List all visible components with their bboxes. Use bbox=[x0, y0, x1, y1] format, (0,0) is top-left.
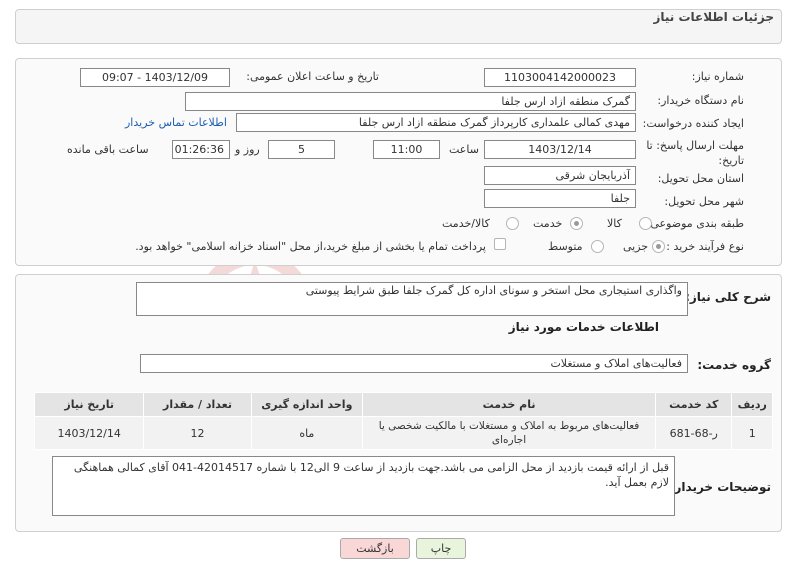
general-desc-field: واگذاری استیجاری محل استخر و سونای اداره… bbox=[136, 282, 688, 316]
category-radio-service[interactable] bbox=[570, 217, 583, 230]
buyer-contact-link[interactable]: اطلاعات تماس خریدار bbox=[125, 116, 227, 129]
cell-need-date: 1403/12/14 bbox=[33, 416, 145, 450]
buyer-notes-label: توضیحات خریدار: bbox=[669, 480, 771, 494]
col-unit: واحد اندازه گیری bbox=[250, 392, 364, 417]
deadline-time-label: ساعت bbox=[449, 143, 479, 156]
page-title: جزئیات اطلاعات نیاز bbox=[653, 10, 774, 24]
buyer-notes-field: قبل از ارائه قیمت بازدید از محل الزامی م… bbox=[52, 456, 675, 516]
remaining-time-field: 01:26:36 bbox=[172, 140, 230, 159]
category-option-service: خدمت bbox=[533, 217, 563, 230]
cell-service-name: فعالیت‌های مربوط به املاک و مستغلات با م… bbox=[362, 416, 657, 450]
services-table: ردیف کد خدمت نام خدمت واحد اندازه گیری ت… bbox=[33, 392, 773, 450]
treasury-docs-checkbox[interactable] bbox=[494, 238, 506, 250]
cell-unit: ماه bbox=[250, 416, 364, 450]
category-radio-goods-service[interactable] bbox=[506, 217, 519, 230]
province-field: آذربایجان شرقی bbox=[484, 166, 636, 185]
col-service-code: کد خدمت bbox=[655, 392, 733, 417]
deadline-time-field: 11:00 bbox=[373, 140, 440, 159]
buyer-org-field: گمرک منطقه ازاد ارس جلفا bbox=[185, 92, 636, 111]
back-button[interactable]: بازگشت bbox=[340, 538, 410, 559]
service-group-field: فعالیت‌های املاک و مستغلات bbox=[140, 354, 688, 373]
process-type-label: نوع فرآیند خرید : bbox=[666, 240, 744, 253]
col-quantity: تعداد / مقدار bbox=[143, 392, 252, 417]
city-field: جلفا bbox=[484, 189, 636, 208]
col-service-name: نام خدمت bbox=[362, 392, 657, 417]
province-label: استان محل تحویل: bbox=[657, 172, 744, 185]
process-option-minor: جزیی bbox=[623, 240, 649, 253]
col-need-date: تاریخ نیاز bbox=[33, 392, 145, 417]
deadline-date-label: تاریخ: bbox=[718, 154, 744, 167]
service-group-label: گروه خدمت: bbox=[697, 358, 771, 372]
requester-label: ایجاد کننده درخواست: bbox=[642, 117, 744, 130]
services-section-title: اطلاعات خدمات مورد نیاز bbox=[508, 320, 659, 334]
category-option-goods-service: کالا/خدمت bbox=[442, 217, 490, 230]
deadline-date-field: 1403/12/14 bbox=[484, 140, 636, 159]
need-number-field: 1103004142000023 bbox=[484, 68, 636, 87]
city-label: شهر محل تحویل: bbox=[664, 195, 744, 208]
col-row: ردیف bbox=[731, 392, 773, 417]
process-option-medium: متوسط bbox=[548, 240, 583, 253]
process-radio-minor[interactable] bbox=[652, 240, 665, 253]
cell-service-code: ر-68-681 bbox=[655, 416, 733, 450]
announce-datetime-field: 1403/12/09 - 09:07 bbox=[80, 68, 230, 87]
requester-field: مهدی کمالی علمداری کارپرداز گمرک منطقه ا… bbox=[236, 113, 636, 132]
table-row: 1 ر-68-681 فعالیت‌های مربوط به املاک و م… bbox=[33, 416, 773, 450]
services-table-header: ردیف کد خدمت نام خدمت واحد اندازه گیری ت… bbox=[33, 392, 773, 417]
remaining-time-label: ساعت باقی مانده bbox=[67, 143, 149, 156]
general-desc-label: شرح کلی نیاز: bbox=[685, 290, 771, 304]
print-button[interactable]: چاپ bbox=[416, 538, 466, 559]
cell-quantity: 12 bbox=[143, 416, 252, 450]
cell-row: 1 bbox=[731, 416, 773, 450]
category-option-goods: کالا bbox=[607, 217, 622, 230]
category-label: طبقه بندی موضوعی: bbox=[646, 217, 744, 230]
category-radio-goods[interactable] bbox=[639, 217, 652, 230]
days-label: روز و bbox=[235, 143, 260, 156]
buyer-org-label: نام دستگاه خریدار: bbox=[657, 94, 744, 107]
need-info-panel bbox=[15, 58, 782, 266]
process-radio-medium[interactable] bbox=[591, 240, 604, 253]
remaining-days-field: 5 bbox=[268, 140, 335, 159]
deadline-label: مهلت ارسال پاسخ: تا bbox=[646, 139, 744, 152]
announce-datetime-label: تاریخ و ساعت اعلان عمومی: bbox=[246, 70, 379, 83]
need-number-label: شماره نیاز: bbox=[691, 70, 744, 83]
payment-note: پرداخت تمام یا بخشی از مبلغ خرید،از محل … bbox=[135, 240, 486, 253]
